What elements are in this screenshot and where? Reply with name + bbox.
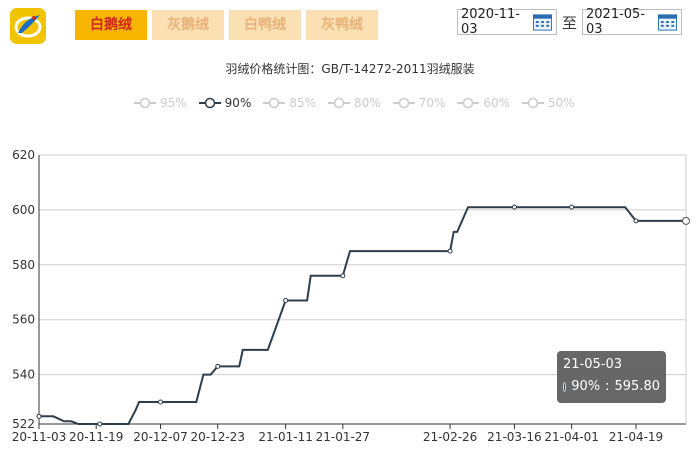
y-tick-label: 600 [12,203,35,217]
tooltip-series: 90% [571,379,601,394]
data-point [283,297,289,303]
data-point [340,273,346,279]
x-tick-label: 21-04-01 [544,430,598,444]
chart-tooltip: 21-05-03 90% : 595.80 [557,351,666,403]
x-tick-label: 21-03-16 [487,430,541,444]
data-point [633,218,639,224]
x-tick-label: 21-04-19 [609,430,663,444]
x-tick-label: 21-02-26 [423,430,477,444]
x-tick-label: 20-12-07 [133,430,187,444]
x-tick-label: 21-01-27 [316,430,370,444]
y-tick-label: 580 [12,258,35,272]
data-point [569,204,575,210]
y-tick-label: 540 [12,368,35,382]
x-tick-label: 21-01-11 [258,430,312,444]
data-point [97,421,103,427]
data-point [511,204,517,210]
data-point [682,216,690,225]
data-point [215,363,221,369]
data-point [158,399,164,405]
tooltip-series-dot [563,381,567,392]
y-tick-label: 522 [12,417,35,431]
x-tick-label: 20-12-23 [190,430,244,444]
data-point [447,248,453,254]
tooltip-row: 90% : 595.80 [563,379,660,394]
x-tick-label: 20-11-03 [12,430,66,444]
tooltip-value: 595.80 [614,379,661,394]
x-tick-label: 20-11-19 [69,430,123,444]
tooltip-separator: : [605,379,610,394]
y-tick-label: 620 [12,148,35,162]
tooltip-date: 21-05-03 [563,357,623,372]
y-tick-label: 560 [12,313,35,327]
data-point [36,413,42,419]
